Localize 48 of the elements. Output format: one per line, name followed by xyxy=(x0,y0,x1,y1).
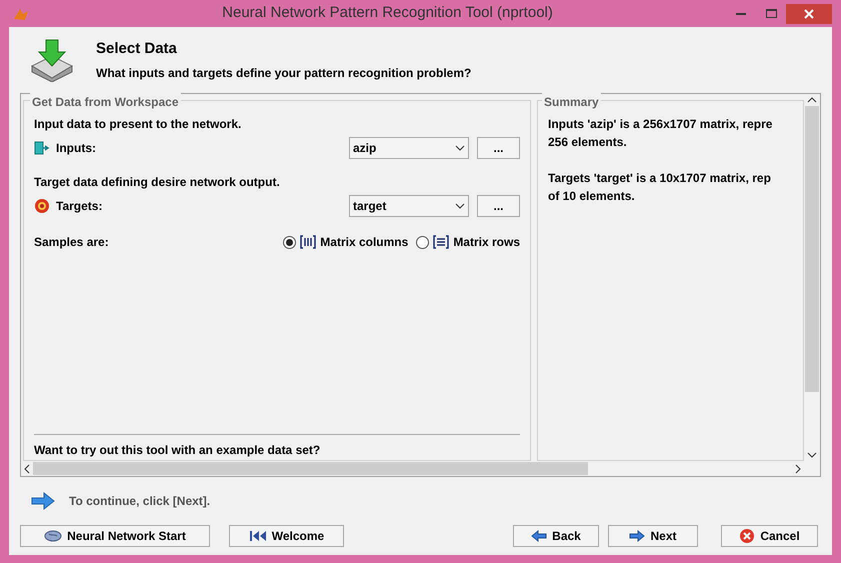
chevron-down-icon xyxy=(455,203,465,209)
field-label: Targets: xyxy=(56,198,102,215)
variable-dropdown[interactable]: azip xyxy=(349,137,469,159)
summary-text: Inputs 'azip' is a 256x1707 matrix, repre xyxy=(548,116,774,133)
input-arrow-icon xyxy=(34,141,50,155)
close-button[interactable] xyxy=(786,4,832,24)
summary-text: of 10 elements. xyxy=(548,188,636,205)
group-title: Summary xyxy=(542,93,601,111)
left-arrow-icon xyxy=(531,530,548,542)
wizard-button[interactable]: Next xyxy=(608,525,698,547)
radio-button[interactable] xyxy=(283,236,296,248)
variable-dropdown[interactable]: target xyxy=(349,195,469,217)
vertical-scrollbar[interactable] xyxy=(804,94,820,461)
cancel-icon xyxy=(739,528,756,544)
radio-label: Matrix rows xyxy=(453,234,520,251)
minimize-icon xyxy=(736,12,746,14)
page-subtitle: What inputs and targets define your pattern recognition problem? xyxy=(96,65,472,82)
chevron-down-icon xyxy=(455,145,465,151)
field-label: Inputs: xyxy=(56,140,96,157)
columns-icon xyxy=(300,235,316,249)
example-prompt: Want to try out this tool with an example data set? xyxy=(34,443,322,457)
rewind-icon xyxy=(248,530,267,542)
summary-text: 256 elements. xyxy=(548,134,628,151)
wizard-button[interactable]: Neural Network Start xyxy=(20,525,210,547)
scroll-thumb[interactable] xyxy=(805,106,819,392)
rows-icon xyxy=(433,235,450,249)
wizard-button[interactable]: Cancel xyxy=(721,525,818,547)
field-prompt: Input data to present to the network. xyxy=(34,116,242,133)
group-title: Get Data from Workspace xyxy=(30,93,180,111)
browse-button[interactable]: ... xyxy=(477,195,520,217)
field-prompt: Target data defining desire network output. xyxy=(34,174,281,191)
right-arrow-icon xyxy=(629,530,646,542)
summary-text: Targets 'target' is a 10x1707 matrix, rep xyxy=(548,170,772,187)
browse-button[interactable]: ... xyxy=(477,137,520,159)
app-logo-icon xyxy=(13,6,29,20)
close-icon xyxy=(804,8,814,18)
maximize-icon xyxy=(766,9,776,18)
radio-label: Matrix columns xyxy=(320,234,408,251)
radio-button[interactable] xyxy=(416,236,430,248)
target-icon xyxy=(34,198,50,214)
wizard-button[interactable]: Welcome xyxy=(229,525,344,547)
scroll-thumb[interactable] xyxy=(33,462,588,475)
window-title: Neural Network Pattern Recognition Tool (nprtool) xyxy=(222,3,553,24)
wizard-button[interactable]: Back xyxy=(513,525,599,547)
right-arrow-icon xyxy=(31,492,55,510)
hint-text: To continue, click [Next]. xyxy=(69,493,210,510)
samples-label: Samples are: xyxy=(34,234,109,251)
page-title: Select Data xyxy=(96,38,178,59)
